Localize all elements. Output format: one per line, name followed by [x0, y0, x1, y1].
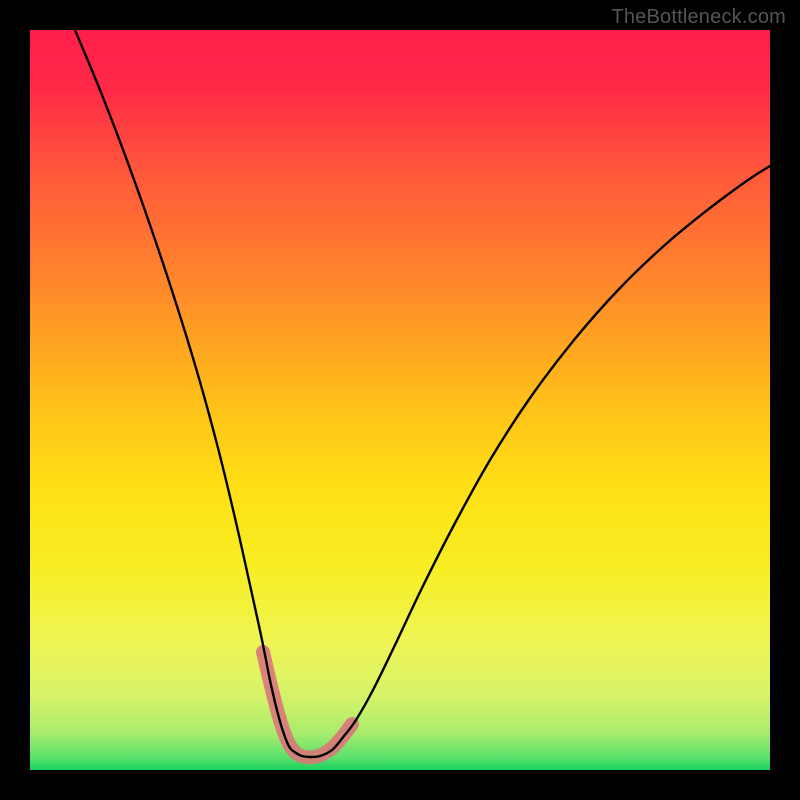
- stage: TheBottleneck.com: [0, 0, 800, 800]
- gradient-background: [30, 30, 770, 770]
- watermark-text: TheBottleneck.com: [611, 6, 786, 29]
- bottleneck-chart: [30, 30, 770, 770]
- plot-area: [30, 30, 770, 770]
